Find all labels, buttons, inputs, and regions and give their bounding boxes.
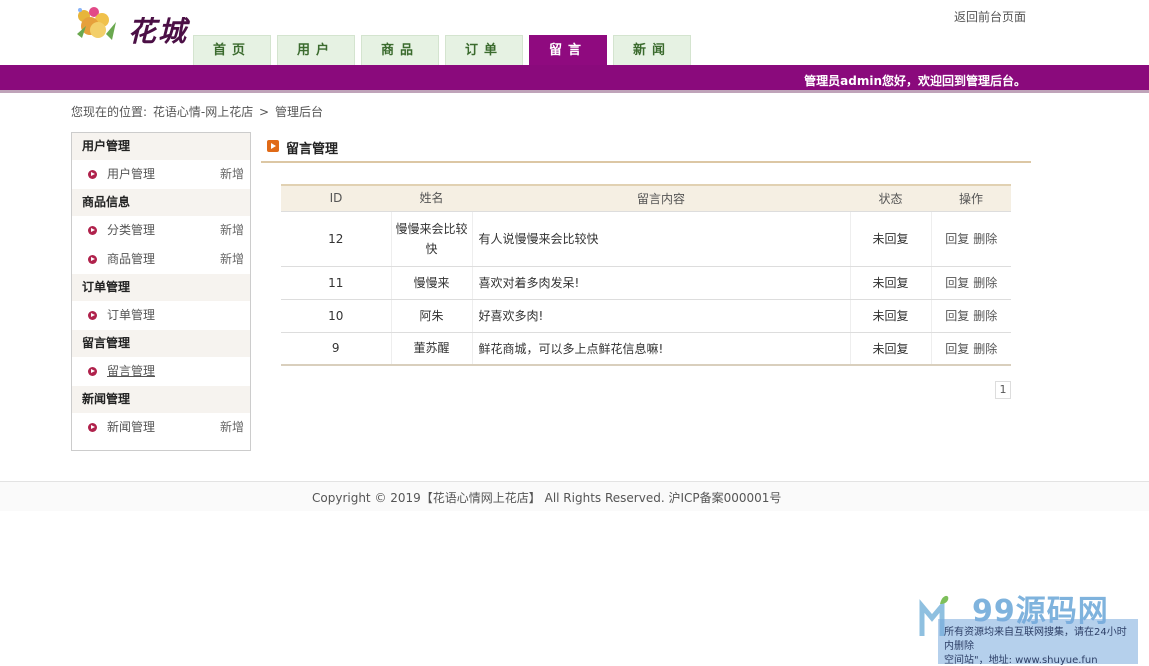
flower-logo-icon — [77, 7, 116, 40]
tab-users[interactable]: 用户 — [277, 35, 355, 65]
copyright-text: Copyright © 2019【花语心情网上花店】 All Rights Re… — [312, 491, 782, 505]
messages-table: ID 姓名 留言内容 状态 操作 12 慢慢来会比较快 有人说慢慢来会比较快 未… — [281, 184, 1011, 366]
reply-link[interactable]: 回复 — [945, 232, 969, 246]
cell-status: 未回复 — [850, 266, 932, 300]
cell-actions: 回复 删除 — [931, 332, 1011, 366]
cell-name: 慢慢来 — [391, 266, 473, 300]
sidebar-item-order-manage[interactable]: 订单管理 — [72, 301, 250, 330]
cell-content: 鲜花商城，可以多上点鲜花信息嘛! — [472, 332, 851, 366]
sidebar-group-messages: 留言管理 — [72, 330, 250, 357]
sidebar-item-label[interactable]: 分类管理 — [107, 216, 155, 245]
breadcrumb-site[interactable]: 花语心情-网上花店 — [153, 105, 253, 119]
site-logo[interactable]: 花城 — [72, 4, 192, 48]
delete-link[interactable]: 删除 — [973, 232, 997, 246]
tab-home[interactable]: 首页 — [193, 35, 271, 65]
sidebar-item-label[interactable]: 留言管理 — [107, 357, 155, 386]
table-row: 9 董苏醒 鲜花商城，可以多上点鲜花信息嘛! 未回复 回复 删除 — [281, 332, 1011, 366]
cell-actions: 回复 删除 — [931, 266, 1011, 300]
breadcrumb-prefix: 您现在的位置: — [71, 105, 148, 119]
pagination-page-1[interactable]: 1 — [995, 381, 1011, 399]
table-row: 12 慢慢来会比较快 有人说慢慢来会比较快 未回复 回复 删除 — [281, 211, 1011, 267]
col-name: 姓名 — [391, 184, 472, 212]
table-row: 11 慢慢来 喜欢对着多肉发呆! 未回复 回复 删除 — [281, 266, 1011, 300]
breadcrumb: 您现在的位置: 花语心情-网上花店 > 管理后台 — [71, 103, 325, 120]
main-nav: 首页 用户 商品 订单 留言 新闻 — [193, 35, 697, 65]
sidebar-item-product-manage[interactable]: 商品管理 新增 — [72, 245, 250, 274]
sidebar-group-orders: 订单管理 — [72, 274, 250, 301]
delete-link[interactable]: 删除 — [973, 309, 997, 323]
add-product-link[interactable]: 新增 — [220, 245, 244, 274]
bullet-icon — [88, 423, 97, 432]
page-title: 留言管理 — [286, 142, 339, 157]
sidebar-item-news-manage[interactable]: 新闻管理 新增 — [72, 413, 250, 442]
bullet-icon — [88, 311, 97, 320]
cell-status: 未回复 — [850, 299, 932, 333]
tab-orders[interactable]: 订单 — [445, 35, 523, 65]
cell-id: 10 — [281, 299, 392, 333]
sidebar-item-category-manage[interactable]: 分类管理 新增 — [72, 216, 250, 245]
watermark-line-1: 所有资源均来自互联网搜集，请在24小时内删除 — [944, 627, 1127, 652]
cell-id: 12 — [281, 211, 392, 267]
sidebar-item-user-manage[interactable]: 用户管理 新增 — [72, 160, 250, 189]
delete-link[interactable]: 删除 — [973, 342, 997, 356]
back-to-frontend-link[interactable]: 返回前台页面 — [954, 8, 1026, 25]
arrow-icon — [267, 140, 279, 152]
bullet-icon — [88, 226, 97, 235]
reply-link[interactable]: 回复 — [945, 309, 969, 323]
cell-name: 阿朱 — [391, 299, 473, 333]
col-status: 状态 — [850, 184, 931, 212]
sidebar-group-users: 用户管理 — [72, 133, 250, 160]
sidebar-item-label[interactable]: 新闻管理 — [107, 413, 155, 442]
delete-link[interactable]: 删除 — [973, 276, 997, 290]
cell-actions: 回复 删除 — [931, 299, 1011, 333]
bullet-icon — [88, 367, 97, 376]
bullet-icon — [88, 255, 97, 264]
tab-messages[interactable]: 留言 — [529, 35, 607, 65]
cell-name: 慢慢来会比较快 — [391, 211, 473, 267]
reply-link[interactable]: 回复 — [945, 276, 969, 290]
title-divider — [261, 161, 1031, 163]
tab-news[interactable]: 新闻 — [613, 35, 691, 65]
sidebar-group-products: 商品信息 — [72, 189, 250, 216]
bullet-icon — [88, 170, 97, 179]
cell-id: 11 — [281, 266, 392, 300]
cell-content: 喜欢对着多肉发呆! — [472, 266, 851, 300]
col-actions: 操作 — [931, 184, 1011, 212]
sidebar-group-news: 新闻管理 — [72, 386, 250, 413]
cell-actions: 回复 删除 — [931, 211, 1011, 267]
col-content: 留言内容 — [472, 184, 850, 212]
sidebar: 用户管理 用户管理 新增 商品信息 分类管理 新增 商品管理 新增 订单管理 订… — [71, 132, 251, 451]
sidebar-item-message-manage[interactable]: 留言管理 — [72, 357, 250, 386]
cell-content: 有人说慢慢来会比较快 — [472, 211, 851, 267]
cell-id: 9 — [281, 332, 392, 366]
add-news-link[interactable]: 新增 — [220, 413, 244, 442]
cell-status: 未回复 — [850, 332, 932, 366]
table-row: 10 阿朱 好喜欢多肉! 未回复 回复 删除 — [281, 299, 1011, 333]
watermark-line-2: 空间站"，地址: www.shuyue.fun — [944, 655, 1098, 666]
cell-status: 未回复 — [850, 211, 932, 267]
watermark-text: 所有资源均来自互联网搜集，请在24小时内删除 空间站"，地址: www.shuy… — [944, 626, 1136, 666]
add-user-link[interactable]: 新增 — [220, 160, 244, 189]
reply-link[interactable]: 回复 — [945, 342, 969, 356]
sidebar-item-label[interactable]: 订单管理 — [107, 301, 155, 330]
table-header-row: ID 姓名 留言内容 状态 操作 — [281, 184, 1011, 212]
cell-content: 好喜欢多肉! — [472, 299, 851, 333]
welcome-text: 管理员admin您好，欢迎回到管理后台。 — [804, 74, 1026, 88]
col-id: ID — [281, 184, 391, 212]
breadcrumb-separator: > — [259, 105, 270, 119]
tab-products[interactable]: 商品 — [361, 35, 439, 65]
sidebar-item-label[interactable]: 用户管理 — [107, 160, 155, 189]
sidebar-item-label[interactable]: 商品管理 — [107, 245, 155, 274]
add-category-link[interactable]: 新增 — [220, 216, 244, 245]
logo-text: 花城 — [128, 15, 189, 48]
breadcrumb-current: 管理后台 — [274, 105, 323, 119]
cell-name: 董苏醒 — [391, 332, 473, 366]
